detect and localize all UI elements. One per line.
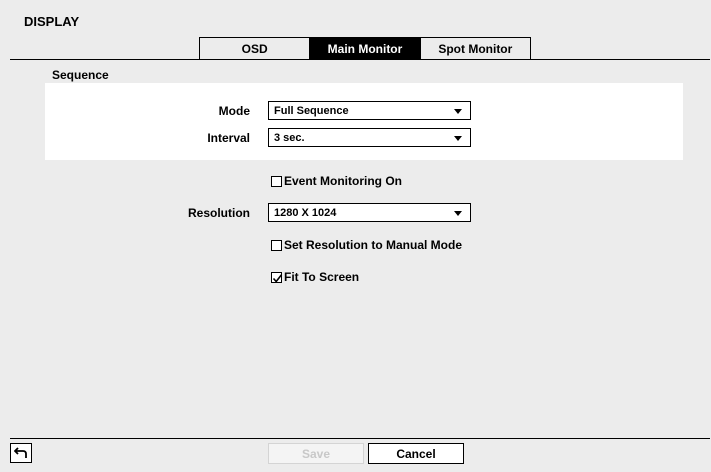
resolution-dropdown[interactable]: 1280 X 1024	[268, 203, 471, 222]
save-button[interactable]: Save	[268, 443, 364, 464]
sequence-section-label: Sequence	[52, 68, 109, 82]
chevron-down-icon	[454, 211, 462, 216]
tab-main-monitor[interactable]: Main Monitor	[309, 38, 420, 60]
sequence-group	[45, 83, 683, 160]
manual-mode-label: Set Resolution to Manual Mode	[284, 238, 463, 252]
tab-spot-monitor[interactable]: Spot Monitor	[419, 38, 530, 60]
checkbox-box	[271, 175, 282, 187]
tab-bar: OSD Main Monitor Spot Monitor	[199, 37, 531, 61]
checkbox-box	[271, 271, 283, 283]
back-arrow-icon	[14, 447, 27, 458]
mode-value: Full Sequence	[274, 104, 349, 117]
mode-dropdown[interactable]: Full Sequence	[268, 101, 471, 120]
resolution-label: Resolution	[188, 206, 250, 220]
interval-value: 3 sec.	[274, 131, 305, 144]
back-button[interactable]	[10, 443, 32, 463]
interval-dropdown[interactable]: 3 sec.	[268, 128, 471, 147]
event-monitoring-label: Event Monitoring On	[284, 174, 402, 188]
event-monitoring-checkbox[interactable]: Event Monitoring On	[271, 174, 402, 188]
interval-label: Interval	[207, 131, 250, 145]
resolution-value: 1280 X 1024	[274, 206, 337, 219]
cancel-button[interactable]: Cancel	[368, 443, 464, 464]
mode-label: Mode	[218, 104, 250, 118]
checkmark-icon	[272, 273, 283, 283]
fit-to-screen-checkbox[interactable]: Fit To Screen	[271, 270, 359, 284]
chevron-down-icon	[454, 136, 462, 141]
chevron-down-icon	[454, 109, 462, 114]
tab-osd[interactable]: OSD	[200, 38, 309, 60]
manual-mode-checkbox[interactable]: Set Resolution to Manual Mode	[271, 238, 462, 252]
fit-to-screen-label: Fit To Screen	[284, 270, 360, 284]
window-title: DISPLAY	[24, 14, 80, 29]
checkbox-box	[271, 239, 282, 251]
